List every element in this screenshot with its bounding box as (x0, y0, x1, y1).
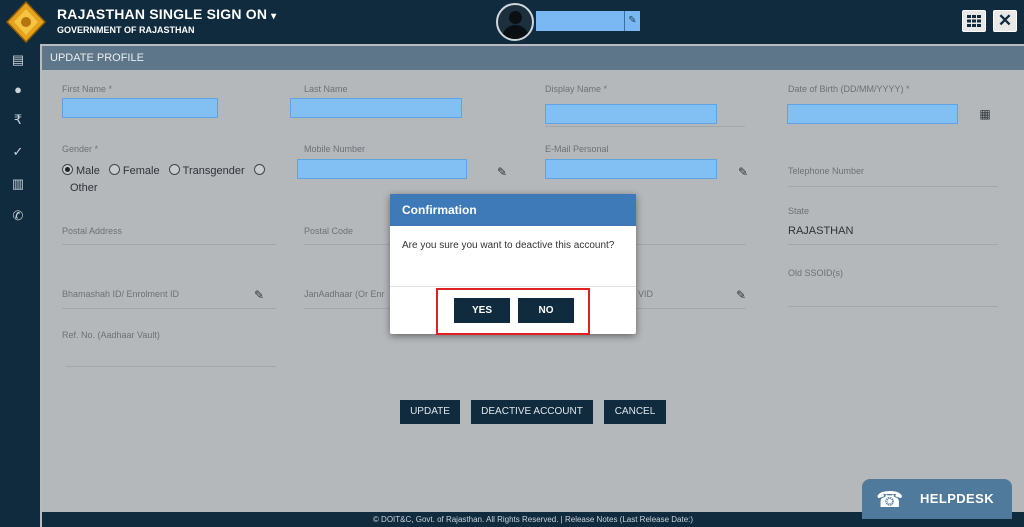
update-button[interactable]: UPDATE (400, 400, 460, 424)
postal-code-label: Postal Code (304, 226, 354, 236)
avatar-head-shape (509, 11, 522, 24)
close-button[interactable]: ✕ (993, 10, 1017, 32)
old-ssoid-label: Old SSOID(s) (788, 268, 844, 278)
user-icon[interactable]: ● (8, 80, 28, 100)
gender-option-transgender[interactable]: Transgender (168, 164, 245, 177)
postal-code-underline[interactable] (304, 244, 394, 245)
phone-icon[interactable]: ✆ (8, 206, 28, 226)
deactive-account-button[interactable]: DEACTIVE ACCOUNT (471, 400, 593, 424)
chevron-down-icon[interactable]: ▾ (271, 11, 276, 22)
email-label: E-Mail Personal (545, 144, 609, 154)
check-circle-icon[interactable]: ✓ (8, 142, 28, 162)
dialog-title: Confirmation (390, 194, 636, 226)
cancel-button[interactable]: CANCEL (604, 400, 666, 424)
gender-option-male[interactable]: Male (62, 164, 100, 177)
rajasthan-logo[interactable] (4, 1, 48, 43)
display-name-label: Display Name * (545, 84, 608, 94)
rupee-icon[interactable]: ₹ (8, 110, 28, 130)
dob-label: Date of Birth (DD/MM/YYYY) * (788, 84, 910, 94)
postal-address-underline[interactable] (62, 244, 276, 245)
radio-other[interactable] (253, 164, 265, 175)
edit-bhamashah-icon[interactable]: ✎ (252, 288, 266, 302)
dialog-divider (390, 286, 636, 287)
app-subtitle: GOVERNMENT OF RAJASTHAN (57, 25, 195, 35)
janaadhaar-underline (304, 308, 394, 309)
state-underline (788, 244, 998, 245)
edit-name-icon[interactable]: ✎ (624, 11, 640, 31)
email-field[interactable] (545, 159, 717, 179)
last-name-field[interactable] (290, 98, 462, 118)
email-row-underline (636, 244, 746, 245)
gender-radio-group: Male Female Transgender (62, 164, 268, 177)
avatar-body-shape (502, 25, 529, 39)
vid-label: VID (638, 289, 654, 299)
dob-field[interactable] (787, 104, 958, 124)
janaadhaar-label: JanAadhaar (Or Enr (304, 289, 385, 299)
edit-mobile-icon[interactable]: ✎ (495, 165, 509, 179)
gender-label: Gender * (62, 144, 99, 154)
telephone-icon: ☎ (876, 487, 904, 512)
radio-male[interactable] (62, 164, 73, 175)
username-display[interactable] (536, 11, 624, 31)
ref-no-label: Ref. No. (Aadhaar Vault) (62, 330, 160, 340)
first-name-label: First Name * (62, 84, 113, 94)
top-header: RAJASTHAN SINGLE SIGN ON ▾ GOVERNMENT OF … (0, 0, 1024, 44)
helpdesk-button[interactable]: ☎ HELPDESK (862, 479, 1012, 519)
first-name-field[interactable] (62, 98, 218, 118)
state-label: State (788, 206, 810, 216)
highlight-box (436, 288, 590, 335)
postal-address-label: Postal Address (62, 226, 123, 236)
helpdesk-label: HELPDESK (920, 491, 994, 506)
vid-underline (636, 308, 746, 309)
bar-chart-icon[interactable]: ▥ (8, 174, 28, 194)
dialog-message: Are you sure you want to deactive this a… (402, 240, 615, 251)
id-card-icon[interactable]: ▤ (8, 50, 28, 70)
app-grid-button[interactable] (962, 10, 986, 32)
display-name-field[interactable] (545, 104, 717, 124)
grid-icon (967, 15, 981, 27)
ref-no-underline[interactable] (66, 366, 276, 367)
radio-transgender[interactable] (168, 164, 180, 175)
user-avatar[interactable] (496, 3, 534, 41)
bhamashah-label: Bhamashah ID/ Enrolment ID (62, 289, 180, 299)
panel-title: UPDATE PROFILE (42, 46, 1024, 70)
telephone-label: Telephone Number (788, 166, 865, 176)
telephone-underline[interactable] (788, 186, 998, 187)
edit-vid-icon[interactable]: ✎ (734, 288, 748, 302)
calendar-icon[interactable]: ▦ (978, 107, 992, 121)
edit-email-icon[interactable]: ✎ (736, 165, 750, 179)
mobile-field[interactable] (297, 159, 467, 179)
gender-option-other-label: Other (70, 182, 98, 194)
app-title[interactable]: RAJASTHAN SINGLE SIGN ON ▾ (57, 6, 276, 22)
sidebar: ▤ ● ₹ ✓ ▥ ✆ (0, 44, 40, 527)
old-ssoid-underline[interactable] (788, 306, 998, 307)
radio-female[interactable] (108, 164, 120, 175)
gender-option-female[interactable]: Female (108, 164, 160, 177)
mobile-label: Mobile Number (304, 144, 366, 154)
state-value[interactable]: RAJASTHAN (788, 225, 853, 237)
bhamashah-underline (62, 308, 276, 309)
brand-block[interactable]: RAJASTHAN SINGLE SIGN ON ▾ GOVERNMENT OF … (57, 6, 276, 35)
display-name-underline (545, 126, 745, 127)
last-name-label: Last Name (304, 84, 348, 94)
